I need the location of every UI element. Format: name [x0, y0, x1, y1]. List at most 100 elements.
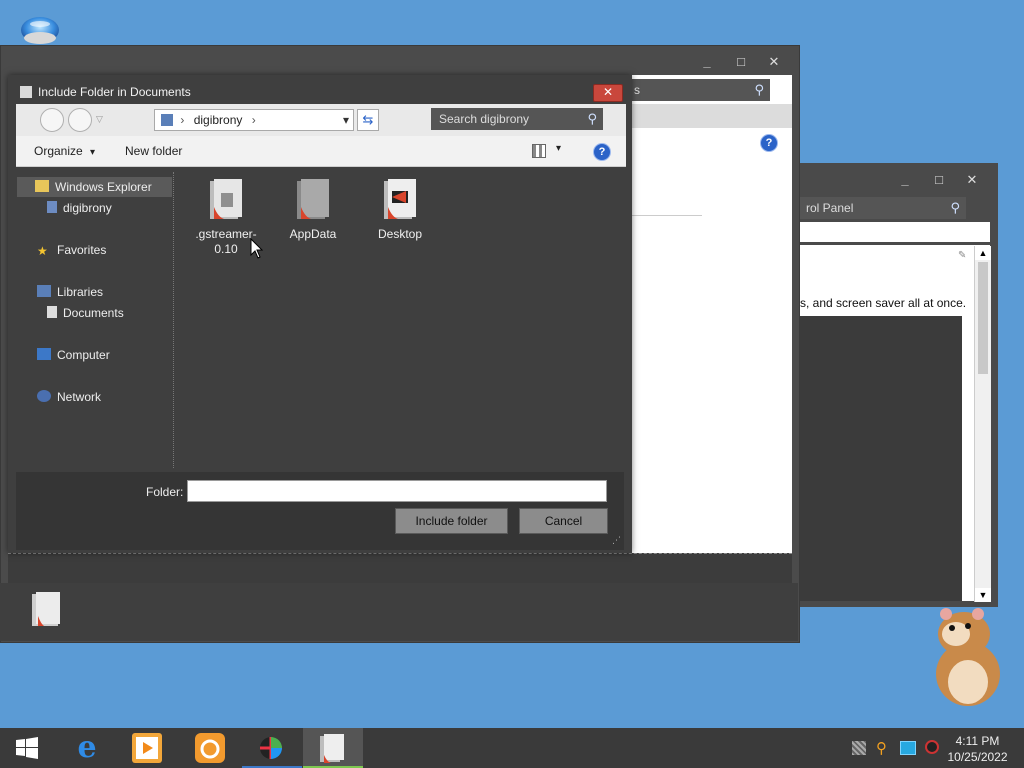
main-search-text: s: [634, 83, 640, 97]
folder-icon: [208, 177, 244, 221]
folder-label: Folder:: [146, 485, 184, 499]
uc-browser-icon: [195, 733, 225, 763]
history-dropdown-icon[interactable]: ▽: [96, 114, 103, 125]
dialog-search-input[interactable]: Search digibrony ⚲: [431, 108, 603, 130]
dialog-help-icon[interactable]: ?: [593, 143, 611, 161]
resize-grip-icon[interactable]: ⋰: [612, 535, 621, 546]
dialog-title: Include Folder in Documents: [38, 85, 191, 99]
tray-search-icon[interactable]: ⚲: [876, 739, 887, 757]
cp-nav-strip: [800, 222, 990, 242]
back-button[interactable]: [40, 108, 64, 132]
folder-item-appdata[interactable]: AppData: [278, 177, 348, 242]
cp-search-text: rol Panel: [806, 201, 854, 215]
organize-button[interactable]: Organize ▾: [34, 144, 95, 158]
internet-explorer-icon: e: [77, 730, 97, 765]
main-divider: [632, 215, 702, 216]
nav-item-network[interactable]: Network: [37, 387, 101, 407]
taskbar-media-center[interactable]: [242, 728, 302, 768]
tray-display-icon[interactable]: [900, 741, 916, 755]
chevron-down-icon: ▾: [90, 147, 96, 158]
nav-label: digibrony: [63, 201, 112, 215]
documents-icon: [47, 306, 57, 318]
taskbar-media-player[interactable]: [118, 728, 176, 768]
network-icon: [37, 390, 51, 402]
nav-item-digibrony[interactable]: digibrony: [47, 198, 112, 218]
forward-button[interactable]: [68, 108, 92, 132]
nav-item-windows-explorer[interactable]: Windows Explorer: [35, 177, 152, 197]
nav-item-favorites[interactable]: ★ Favorites: [37, 240, 106, 260]
taskbar-explorer[interactable]: [303, 728, 363, 768]
dialog-app-icon: [20, 86, 32, 98]
file-name: AppData: [289, 227, 337, 241]
library-folder-icon: [28, 590, 64, 628]
tray-volume-icon[interactable]: [925, 740, 939, 754]
nav-label: Favorites: [57, 243, 107, 257]
windows-start-icon[interactable]: [16, 737, 38, 759]
folder-icon: [35, 180, 49, 192]
cp-search-input[interactable]: rol Panel ⚲: [798, 197, 966, 219]
folder-item-desktop[interactable]: Desktop: [365, 177, 435, 242]
nav-label: Network: [57, 390, 102, 404]
include-folder-button[interactable]: Include folder: [395, 508, 508, 534]
scroll-thumb[interactable]: [978, 262, 988, 374]
scroll-up-icon[interactable]: ▲: [975, 246, 991, 260]
nav-label: Libraries: [57, 285, 104, 299]
address-breadcrumb[interactable]: › digibrony › ▾: [154, 109, 354, 131]
cp-description: s, and screen saver all at once.: [800, 296, 967, 310]
desktop-folder-icon: [382, 177, 418, 221]
search-icon: ⚲: [950, 200, 960, 215]
hamster-mascot-icon: [922, 604, 1006, 708]
nav-item-documents[interactable]: Documents: [47, 303, 124, 323]
sphere-orb-icon[interactable]: [18, 14, 62, 48]
main-status-pane: [0, 583, 798, 641]
refresh-icon[interactable]: ⇆: [357, 109, 379, 131]
search-icon: ⚲: [754, 82, 764, 97]
media-center-icon: [256, 733, 286, 763]
user-folder-icon: [161, 114, 173, 126]
clock-time: 4:11 PM: [955, 734, 1000, 748]
clock-date: 10/25/2022: [947, 750, 1008, 764]
main-maximize-button[interactable]: □: [726, 53, 756, 71]
taskbar-uc-browser[interactable]: [181, 728, 239, 768]
media-player-icon: [132, 733, 162, 763]
libraries-icon: [37, 285, 51, 297]
scroll-down-icon[interactable]: ▼: [975, 588, 991, 602]
cp-minimize-button[interactable]: _: [890, 171, 920, 189]
main-close-button[interactable]: ✕: [759, 53, 789, 71]
new-folder-button[interactable]: New folder: [125, 144, 182, 158]
cp-preview-area: [800, 316, 962, 601]
folder-icon: [295, 177, 331, 221]
computer-icon: [37, 348, 51, 360]
dialog-search-placeholder: Search digibrony: [439, 112, 530, 126]
view-options-icon[interactable]: [532, 144, 546, 158]
nav-item-computer[interactable]: Computer: [37, 345, 110, 365]
cp-close-button[interactable]: ✕: [957, 171, 987, 189]
view-dropdown-icon[interactable]: ▾: [556, 143, 561, 154]
tray-network-icon[interactable]: [852, 741, 866, 755]
organize-label: Organize: [34, 144, 83, 158]
folder-input[interactable]: [187, 480, 607, 502]
nav-item-libraries[interactable]: Libraries: [37, 282, 103, 302]
file-name: Desktop: [377, 227, 423, 241]
taskbar-ie[interactable]: e: [58, 728, 116, 768]
cp-maximize-button[interactable]: □: [924, 171, 954, 189]
nav-label: Computer: [57, 348, 110, 362]
taskbar-clock[interactable]: 4:11 PM 10/25/2022: [940, 733, 1015, 765]
main-minimize-button[interactable]: _: [692, 53, 722, 71]
main-help-icon[interactable]: ?: [760, 134, 778, 152]
user-folder-icon: [47, 201, 57, 213]
main-search-input[interactable]: s ⚲: [626, 79, 770, 101]
nav-label: Windows Explorer: [55, 180, 152, 194]
cp-scrollbar[interactable]: ▲ ▼: [974, 246, 991, 602]
breadcrumb-sep[interactable]: ›: [252, 113, 256, 127]
search-icon: ⚲: [587, 111, 597, 126]
cancel-button[interactable]: Cancel: [519, 508, 608, 534]
nav-label: Documents: [63, 306, 124, 320]
dialog-close-button[interactable]: ✕: [593, 84, 623, 102]
main-details-bar: [8, 553, 792, 585]
star-icon: ★: [37, 244, 48, 258]
breadcrumb-digibrony[interactable]: digibrony: [194, 113, 243, 127]
breadcrumb-sep[interactable]: ›: [180, 113, 184, 127]
address-dropdown-icon[interactable]: ▾: [343, 110, 349, 130]
explorer-folder-icon: [317, 733, 347, 763]
